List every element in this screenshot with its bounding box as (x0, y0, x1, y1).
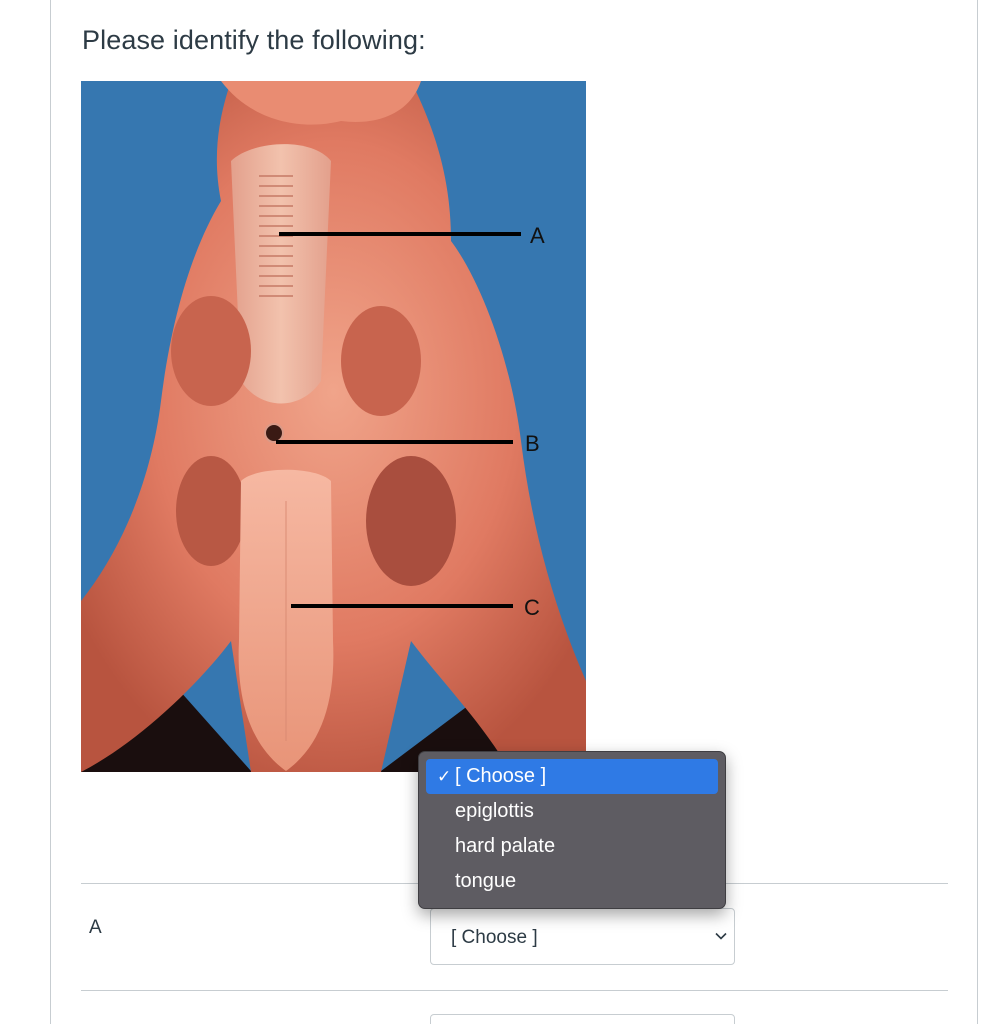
option-label: [ Choose ] (455, 765, 547, 787)
dropdown-option-epiglottis[interactable]: epiglottis (426, 794, 718, 829)
option-label: hard palate (455, 835, 556, 857)
answer-divider (81, 990, 948, 991)
chevron-down-icon (714, 929, 728, 948)
image-label-c: C (524, 595, 540, 620)
select-value: [ Choose ] (451, 927, 538, 948)
specimen-illustration: A B C (81, 81, 586, 772)
tissue-body (81, 81, 586, 772)
epiglottis-opening (264, 423, 284, 443)
check-icon: ✓ (437, 767, 452, 786)
left-gland (171, 296, 251, 406)
right-gland (341, 306, 421, 416)
question-prompt: Please identify the following: (82, 25, 426, 55)
dropdown-menu: ✓[ Choose ] epiglottis hard palate tongu… (418, 751, 726, 909)
option-label: epiglottis (455, 800, 534, 822)
right-lower-tissue (366, 456, 456, 586)
dropdown-option-hard-palate[interactable]: hard palate (426, 829, 718, 864)
answer-select-next[interactable] (430, 1014, 735, 1024)
image-label-b: B (525, 431, 540, 456)
image-label-a: A (530, 223, 545, 248)
left-lower-tissue (176, 456, 246, 566)
answer-label-a: A (89, 917, 102, 938)
dropdown-option-choose[interactable]: ✓[ Choose ] (426, 759, 718, 794)
dropdown-option-tongue[interactable]: tongue (426, 864, 718, 899)
answer-select-a[interactable]: [ Choose ] (430, 908, 735, 965)
specimen-image: A B C (81, 81, 586, 772)
option-label: tongue (455, 870, 517, 892)
quiz-page: Please identify the following: A B C A [… (0, 0, 996, 1024)
